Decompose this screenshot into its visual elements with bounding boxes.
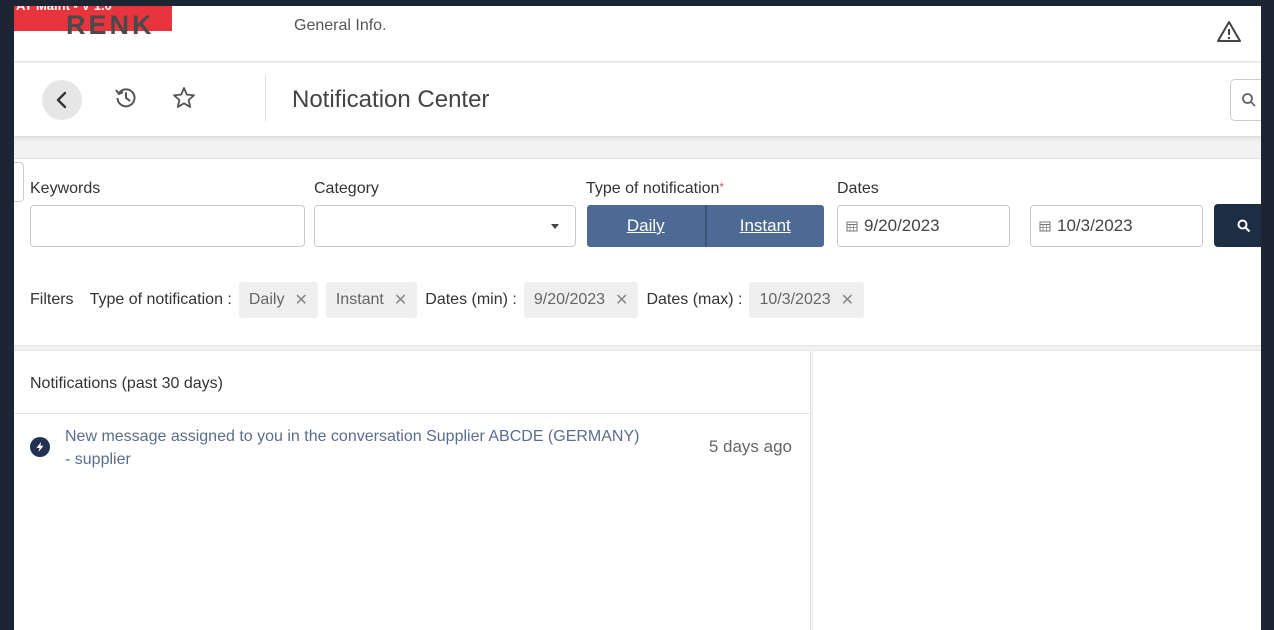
page-title: Notification Center (292, 86, 490, 113)
dates-min-filter-label: Dates (min) : (425, 291, 517, 308)
star-icon (173, 87, 195, 108)
type-of-notification-label: Type of notification* (586, 180, 724, 198)
close-icon[interactable]: ✕ (841, 290, 854, 310)
app-window: AT Maint - V 1.0 RENK General Info. Noti… (14, 6, 1261, 630)
filter-chip-instant: Instant ✕ (325, 282, 418, 318)
chevron-left-icon (56, 91, 67, 109)
calendar-icon (1039, 220, 1051, 232)
notification-detail-panel (813, 350, 1261, 630)
dates-max-filter-label: Dates (max) : (646, 291, 743, 308)
history-button[interactable] (112, 83, 140, 113)
list-divider (14, 413, 810, 414)
active-filters-row: Filters Type of notification : Daily ✕ I… (30, 282, 872, 318)
search-button[interactable] (1214, 204, 1261, 247)
keywords-label: Keywords (30, 180, 101, 197)
nav-bar: Notification Center (14, 63, 1261, 137)
notification-time: 5 days ago (708, 437, 792, 456)
category-select[interactable] (314, 205, 576, 247)
filter-chip-text: Daily (248, 291, 285, 308)
close-icon[interactable]: ✕ (394, 290, 407, 310)
type-label-text: Type of notification (586, 180, 720, 197)
warning-icon[interactable] (1215, 18, 1243, 46)
required-mark: * (719, 180, 725, 194)
lightning-icon (30, 437, 50, 457)
panel-collapse-tab[interactable] (14, 162, 24, 202)
type-filter-label: Type of notification : (89, 291, 232, 308)
dates-label: Dates (837, 180, 879, 197)
notification-type-toggle: Daily Instant (587, 205, 824, 247)
list-item[interactable]: New message assigned to you in the conve… (14, 415, 810, 475)
category-label: Category (314, 180, 379, 197)
top-bar: RENK General Info. (14, 6, 1261, 62)
global-search-input[interactable] (1230, 79, 1261, 121)
toggle-instant[interactable]: Instant (704, 205, 824, 247)
filter-chip-dates-min: 9/20/2023 ✕ (523, 282, 639, 318)
toggle-daily[interactable]: Daily (587, 205, 705, 247)
calendar-icon (846, 220, 858, 232)
filter-chip-text: 9/20/2023 (533, 291, 606, 308)
filter-chip-text: Instant (335, 291, 384, 308)
date-from-input[interactable]: 9/20/2023 (837, 205, 1010, 247)
renk-logo[interactable]: RENK (66, 10, 155, 41)
section-title: General Info. (294, 17, 387, 34)
date-from-value: 9/20/2023 (864, 216, 940, 235)
favorite-button[interactable] (170, 83, 198, 113)
notification-text: New message assigned to you in the conve… (65, 428, 640, 468)
date-to-input[interactable]: 10/3/2023 (1030, 205, 1203, 247)
notifications-list-panel: Notifications (past 30 days) New message… (14, 350, 811, 630)
back-button[interactable] (42, 80, 82, 120)
chevron-down-icon (551, 224, 559, 229)
filter-chip-dates-max: 10/3/2023 ✕ (749, 282, 865, 318)
keywords-input[interactable] (30, 205, 305, 247)
filter-chip-text: 10/3/2023 (759, 291, 831, 308)
history-icon (115, 88, 136, 108)
notifications-header: Notifications (past 30 days) (30, 375, 223, 392)
close-icon[interactable]: ✕ (294, 290, 307, 310)
filter-chip-daily: Daily ✕ (238, 282, 318, 318)
close-icon[interactable]: ✕ (615, 290, 628, 310)
search-icon (1242, 93, 1256, 107)
nav-divider (265, 75, 266, 121)
date-to-value: 10/3/2023 (1057, 216, 1133, 235)
search-icon (1237, 219, 1251, 232)
filters-label: Filters (30, 291, 74, 308)
